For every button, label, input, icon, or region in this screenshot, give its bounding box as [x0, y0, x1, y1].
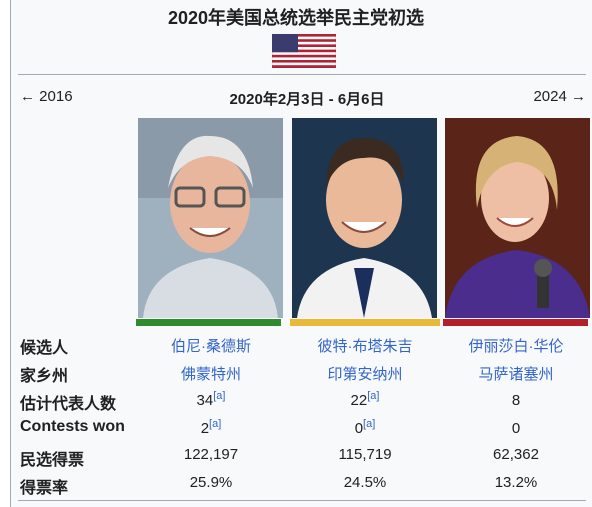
divider — [18, 500, 586, 501]
candidate-name-link[interactable]: 彼特·布塔朱吉 — [290, 335, 440, 356]
delegates-value: 34[a] — [196, 390, 226, 409]
next-election-link[interactable]: 2024 → — [533, 88, 586, 105]
home-state-link[interactable]: 印第安纳州 — [290, 363, 440, 384]
row-label-contests-won: Contests won — [20, 418, 125, 435]
row-label-delegates: 估计代表人数 — [20, 396, 117, 413]
contests-won-value: 2[a] — [200, 418, 222, 437]
election-date: 2020年2月3日 - 6月6日 — [229, 91, 385, 108]
party-color-stripe — [136, 319, 281, 326]
footnote-link[interactable]: [a] — [363, 418, 375, 430]
candidate-name-link[interactable]: 伯尼·桑德斯 — [136, 335, 286, 356]
us-flag-icon[interactable] — [271, 33, 337, 69]
row-label-home-state: 家乡州 — [20, 368, 69, 385]
popular-vote-value: 122,197 — [183, 446, 239, 463]
delegates-value: 22[a] — [350, 390, 380, 409]
party-color-stripe — [290, 319, 440, 326]
home-state-link[interactable]: 马萨诸塞州 — [441, 363, 591, 384]
candidate-photo-buttigieg[interactable] — [292, 118, 437, 318]
candidate-photo-warren[interactable] — [445, 118, 590, 318]
contests-won-value: 0[a] — [354, 418, 376, 437]
candidate-name-link[interactable]: 伊丽莎白·华伦 — [441, 335, 591, 356]
divider — [18, 74, 586, 75]
footnote-link[interactable]: [a] — [367, 390, 379, 402]
delegates-value: 8 — [511, 392, 521, 409]
footnote-link[interactable]: [a] — [213, 390, 225, 402]
page-title: 2020年美国总统选举民主党初选 — [167, 8, 425, 28]
footnote-link[interactable]: [a] — [209, 418, 221, 430]
contests-won-value: 0 — [511, 420, 521, 437]
candidate-photo-sanders[interactable] — [138, 118, 283, 318]
party-color-stripe — [443, 319, 588, 326]
percentage-value: 24.5% — [343, 474, 387, 491]
popular-vote-value: 115,719 — [338, 446, 392, 463]
row-label-percentage: 得票率 — [20, 480, 69, 497]
popular-vote-value: 62,362 — [493, 446, 539, 463]
percentage-value: 13.2% — [494, 474, 538, 491]
home-state-link[interactable]: 佛蒙特州 — [136, 363, 286, 384]
row-label-candidate: 候选人 — [20, 340, 69, 357]
row-label-popular-vote: 民选得票 — [20, 452, 85, 469]
percentage-value: 25.9% — [189, 474, 233, 491]
